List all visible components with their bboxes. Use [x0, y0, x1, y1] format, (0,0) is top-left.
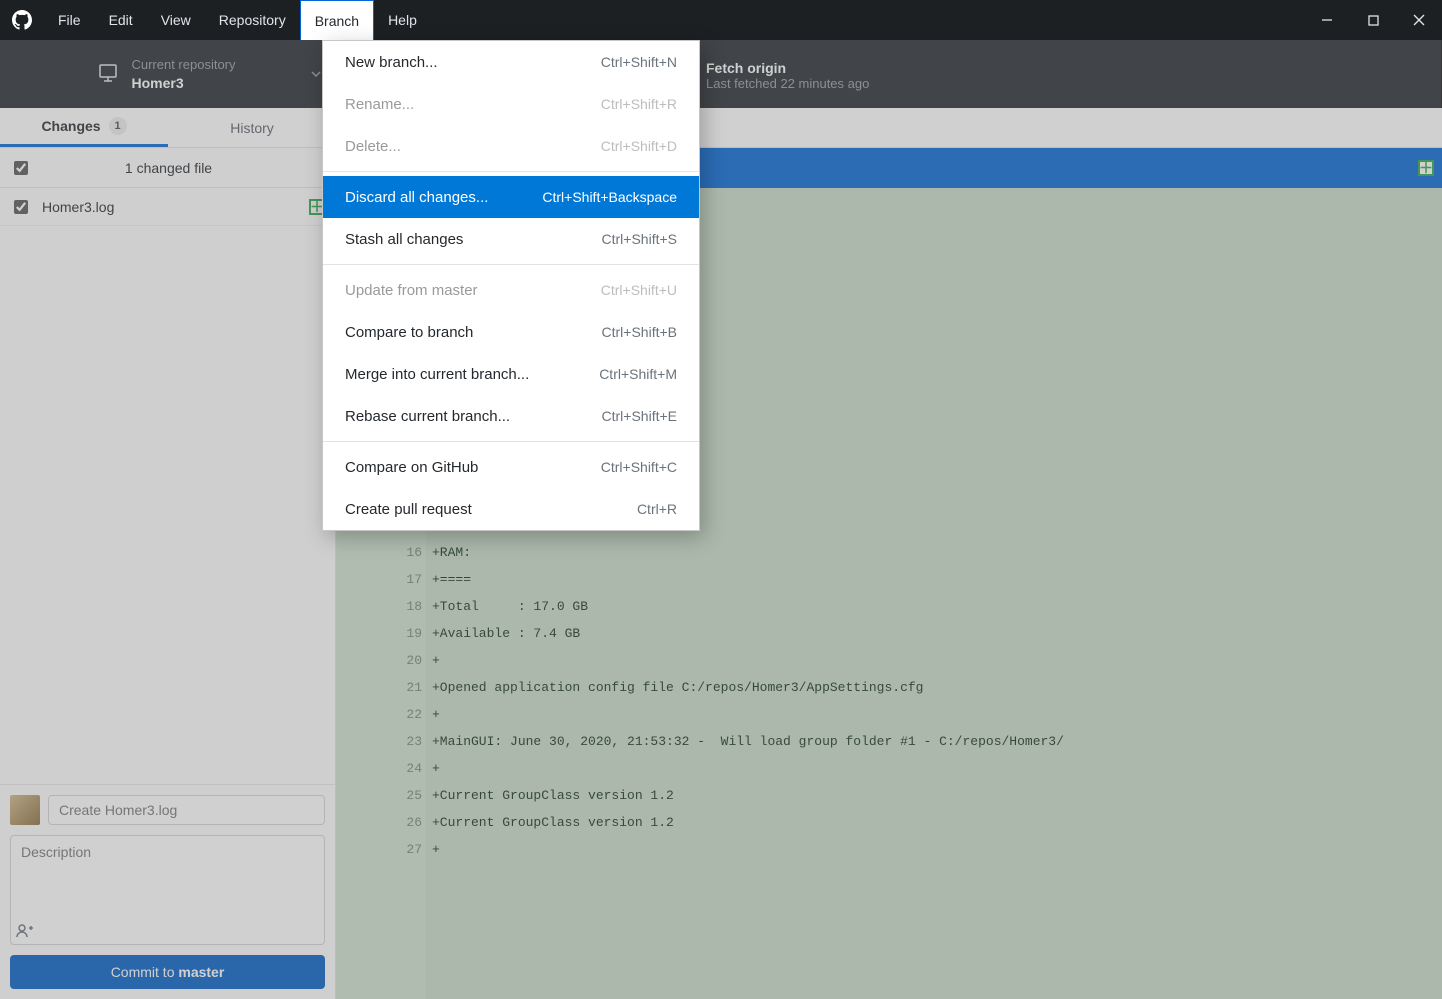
menu-entry-label: Rename...: [345, 96, 414, 113]
menu-item-branch[interactable]: Branch: [300, 0, 374, 40]
menu-entry-compare-on-github[interactable]: Compare on GitHub Ctrl+Shift+C: [323, 446, 699, 488]
menu-entry-compare-to-branch[interactable]: Compare to branch Ctrl+Shift+B: [323, 311, 699, 353]
changes-header: 1 changed file: [0, 148, 335, 188]
menu-entry-label: Discard all changes...: [345, 189, 488, 206]
menu-item-repository[interactable]: Repository: [205, 0, 300, 40]
menu-entry-delete: Delete... Ctrl+Shift+D: [323, 125, 699, 167]
current-repository-label: Current repository: [131, 57, 235, 72]
commit-button[interactable]: Commit to master: [10, 955, 325, 989]
menu-entry-rename: Rename... Ctrl+Shift+R: [323, 83, 699, 125]
menu-entry-label: Merge into current branch...: [345, 366, 529, 383]
menu-entry-label: New branch...: [345, 54, 438, 71]
menu-entry-merge-into-current-branch[interactable]: Merge into current branch... Ctrl+Shift+M: [323, 353, 699, 395]
toolbar: Current repository Homer3 Fetch origin L…: [0, 40, 1442, 108]
menu-item-view[interactable]: View: [147, 0, 205, 40]
menu-entry-create-pull-request[interactable]: Create pull request Ctrl+R: [323, 488, 699, 530]
commit-button-prefix: Commit to: [111, 964, 179, 980]
commit-box: Commit to master: [0, 784, 335, 999]
chevron-down-icon: [311, 71, 321, 77]
fetch-origin-label: Fetch origin: [706, 60, 1427, 76]
commit-summary-input[interactable]: [48, 795, 325, 825]
changes-count-label: 1 changed file: [42, 160, 295, 176]
changes-panel: 1 changed file Homer3.log＋ Commit to mas…: [0, 148, 336, 999]
maximize-button[interactable]: [1350, 0, 1396, 40]
menu-entry-shortcut: Ctrl+Shift+E: [602, 408, 677, 424]
menu-entry-label: Update from master: [345, 282, 478, 299]
menu-separator: [323, 171, 699, 172]
menu-separator: [323, 441, 699, 442]
tab-label: History: [230, 120, 274, 136]
menu-entry-shortcut: Ctrl+Shift+B: [602, 324, 677, 340]
menu-entry-shortcut: Ctrl+R: [637, 501, 677, 517]
tab-label: Changes: [41, 118, 100, 134]
desktop-icon: [99, 63, 117, 85]
menu-separator: [323, 264, 699, 265]
menu-entry-stash-all-changes[interactable]: Stash all changes Ctrl+Shift+S: [323, 218, 699, 260]
menu-entry-label: Create pull request: [345, 501, 472, 518]
menu-entry-label: Rebase current branch...: [345, 408, 510, 425]
commit-description-input[interactable]: [10, 835, 325, 945]
fetch-origin-subtitle: Last fetched 22 minutes ago: [706, 76, 1427, 91]
menu-entry-rebase-current-branch[interactable]: Rebase current branch... Ctrl+Shift+E: [323, 395, 699, 437]
close-button[interactable]: [1396, 0, 1442, 40]
menu-entry-shortcut: Ctrl+Shift+C: [601, 459, 677, 475]
menu-entry-label: Stash all changes: [345, 231, 463, 248]
avatar: [10, 795, 40, 825]
menu-entry-discard-all-changes[interactable]: Discard all changes... Ctrl+Shift+Backspa…: [323, 176, 699, 218]
github-logo-icon: [12, 10, 32, 30]
menu-entry-label: Compare to branch: [345, 324, 473, 341]
title-bar: FileEditViewRepositoryBranchHelp: [0, 0, 1442, 40]
added-file-icon: ＋: [1418, 160, 1434, 176]
tab-history[interactable]: History: [168, 108, 336, 147]
tab-changes[interactable]: Changes 1: [0, 108, 168, 147]
menu-entry-shortcut: Ctrl+Shift+D: [601, 138, 677, 154]
current-repository-value: Homer3: [131, 75, 235, 91]
menu-item-file[interactable]: File: [44, 0, 95, 40]
select-all-checkbox[interactable]: [14, 161, 28, 175]
commit-button-branch: master: [178, 964, 224, 980]
current-repository-selector[interactable]: Current repository Homer3: [0, 40, 336, 108]
file-name: Homer3.log: [42, 199, 114, 215]
main-area: 1 changed file Homer3.log＋ Commit to mas…: [0, 148, 1442, 999]
menu-entry-update-from-master: Update from master Ctrl+Shift+U: [323, 269, 699, 311]
tab-badge: 1: [109, 117, 127, 135]
minimize-button[interactable]: [1304, 0, 1350, 40]
menu-entry-shortcut: Ctrl+Shift+R: [601, 96, 677, 112]
file-checkbox[interactable]: [14, 200, 28, 214]
tabs-row: Changes 1 History: [0, 108, 1442, 148]
menu-entry-shortcut: Ctrl+Shift+Backspace: [542, 189, 677, 205]
menu-entry-label: Compare on GitHub: [345, 459, 478, 476]
menu-entry-shortcut: Ctrl+Shift+U: [601, 282, 677, 298]
menu-entry-shortcut: Ctrl+Shift+S: [602, 231, 677, 247]
menu-entry-new-branch[interactable]: New branch... Ctrl+Shift+N: [323, 41, 699, 83]
branch-menu-dropdown: New branch... Ctrl+Shift+N Rename... Ctrl+S…: [322, 40, 700, 531]
menu-item-help[interactable]: Help: [374, 0, 431, 40]
file-row[interactable]: Homer3.log＋: [0, 188, 335, 226]
menu-entry-shortcut: Ctrl+Shift+N: [601, 54, 677, 70]
menu-entry-label: Delete...: [345, 138, 401, 155]
menu-item-edit[interactable]: Edit: [95, 0, 147, 40]
menu-entry-shortcut: Ctrl+Shift+M: [599, 366, 677, 382]
